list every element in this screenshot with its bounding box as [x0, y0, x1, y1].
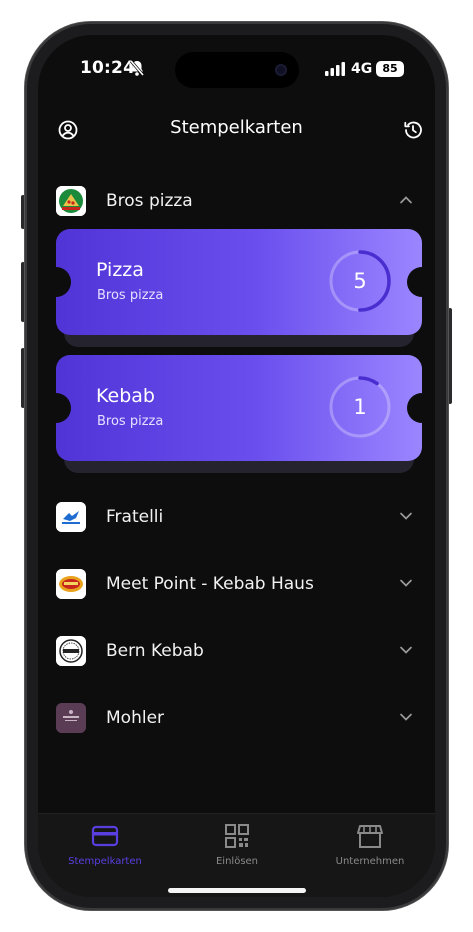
meet-point-logo — [56, 569, 86, 599]
stamp-count: 5 — [353, 269, 367, 293]
app-screen: 10:24 4G 85 Stempelkarten Bros pizza Piz… — [38, 35, 435, 897]
tab-einloesen[interactable]: Einlösen — [177, 822, 297, 876]
company-name: Bros pizza — [106, 191, 193, 211]
company-row-meet-point[interactable]: Meet Point - Kebab Haus — [38, 565, 435, 605]
card-notch-right — [407, 267, 422, 297]
dynamic-island — [175, 52, 299, 88]
silent-bell-icon — [129, 60, 145, 76]
card-company: Bros pizza — [97, 288, 164, 303]
battery-indicator: 85 — [376, 61, 404, 77]
status-time: 10:24 — [80, 58, 136, 78]
tab-label: Einlösen — [215, 856, 259, 867]
company-row-bros-pizza[interactable]: Bros pizza — [38, 182, 435, 222]
stamp-card[interactable]: Pizza Bros pizza 5 — [56, 229, 422, 335]
chevron-down-icon[interactable] — [399, 576, 413, 590]
fratelli-logo — [56, 502, 86, 532]
mohler-logo — [56, 703, 86, 733]
bros-pizza-logo — [56, 186, 86, 216]
status-bar: 10:24 4G 85 — [38, 35, 435, 105]
network-type: 4G — [351, 61, 373, 77]
card-title: Kebab — [96, 385, 155, 407]
qr-code-icon — [225, 824, 249, 848]
tab-label: Unternehmen — [335, 856, 405, 867]
card-icon — [91, 825, 119, 847]
stamp-card-pizza[interactable]: Pizza Bros pizza 5 — [56, 229, 422, 347]
stamp-card[interactable]: Kebab Bros pizza 1 — [56, 355, 422, 461]
chevron-up-icon[interactable] — [399, 193, 413, 207]
home-indicator — [168, 888, 306, 893]
tab-label: Stempelkarten — [68, 856, 142, 867]
card-notch-left — [56, 393, 71, 423]
card-company: Bros pizza — [97, 414, 164, 429]
power-button — [448, 308, 452, 404]
tab-unternehmen[interactable]: Unternehmen — [310, 822, 430, 876]
store-icon — [357, 825, 383, 848]
tab-stempelkarten[interactable]: Stempelkarten — [45, 822, 165, 876]
card-notch-left — [56, 267, 71, 297]
chevron-down-icon[interactable] — [399, 509, 413, 523]
tab-bar: Stempelkarten Einlösen Unternehmen — [38, 813, 435, 897]
card-title: Pizza — [96, 259, 144, 281]
chevron-down-icon[interactable] — [399, 710, 413, 724]
company-name: Mohler — [106, 708, 165, 728]
company-row-fratelli[interactable]: Fratelli — [38, 498, 435, 538]
camera-icon — [275, 64, 287, 76]
chevron-down-icon[interactable] — [399, 643, 413, 657]
page-title: Stempelkarten — [170, 117, 303, 138]
bern-kebab-logo — [56, 636, 86, 666]
stamp-card-kebab[interactable]: Kebab Bros pizza 1 — [56, 355, 422, 473]
company-row-bern-kebab[interactable]: Bern Kebab — [38, 632, 435, 672]
stamp-count: 1 — [353, 395, 367, 419]
company-name: Meet Point - Kebab Haus — [106, 574, 314, 594]
company-name: Fratelli — [106, 507, 164, 527]
card-notch-right — [407, 393, 422, 423]
company-row-mohler[interactable]: Mohler — [38, 699, 435, 739]
signal-icon — [325, 62, 345, 76]
history-icon[interactable] — [402, 119, 424, 141]
company-name: Bern Kebab — [106, 641, 204, 661]
